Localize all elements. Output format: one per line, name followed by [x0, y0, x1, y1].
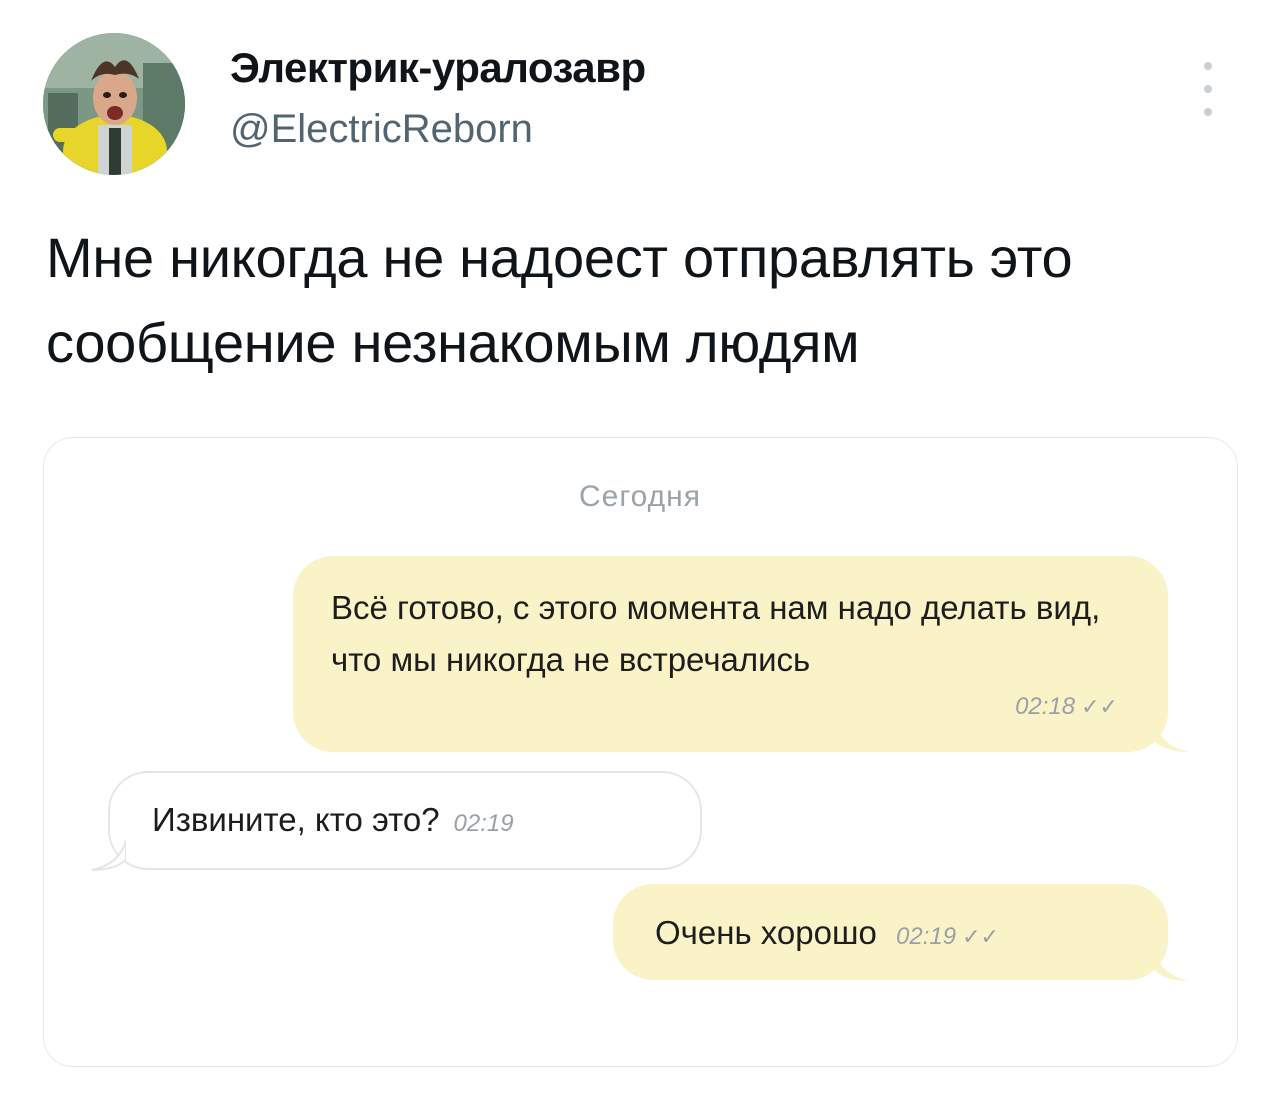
message-text: Всё готово, с этого момента нам надо дел…: [331, 589, 1101, 678]
outgoing-message: Всё готово, с этого момента нам надо дел…: [293, 556, 1168, 752]
message-content: Очень хорошо 02:19 ✓✓: [655, 914, 999, 952]
message-text: Извините, кто это?: [152, 801, 440, 838]
avatar[interactable]: [43, 33, 185, 175]
bubble-tail-icon: [91, 840, 126, 871]
author-display-name[interactable]: Электрик-уралозавр: [230, 44, 646, 92]
outgoing-message: Очень хорошо 02:19 ✓✓: [613, 884, 1168, 980]
double-check-icon: ✓✓: [1081, 694, 1118, 719]
incoming-message: Извините, кто это? 02:19: [108, 771, 702, 870]
tweet-text: Мне никогда не надоест отправлять это со…: [46, 226, 1073, 374]
bubble-tail-icon: [1155, 951, 1189, 981]
message-content: Извините, кто это? 02:19: [152, 801, 514, 839]
more-dot: [1204, 108, 1212, 116]
author-handle[interactable]: @ElectricReborn: [230, 107, 533, 152]
more-dot: [1204, 62, 1212, 70]
profile-photo-icon: [43, 33, 185, 175]
message-meta: 02:18 ✓✓: [1015, 684, 1118, 722]
chat-date-label: Сегодня: [579, 480, 701, 513]
more-options-icon[interactable]: [1190, 62, 1226, 116]
more-dot: [1204, 85, 1212, 93]
bubble-tail-icon: [1155, 722, 1189, 752]
message-time: 02:19: [453, 810, 514, 837]
double-check-icon: ✓✓: [962, 924, 999, 949]
message-time: 02:18: [1015, 693, 1076, 720]
message-text: Очень хорошо: [655, 914, 877, 951]
message-time: 02:19: [896, 923, 957, 950]
